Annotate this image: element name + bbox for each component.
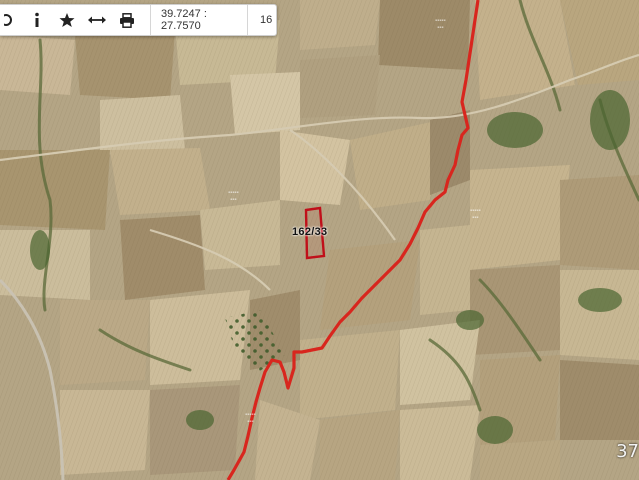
- print-button[interactable]: [112, 5, 142, 35]
- corner-page-number: 37: [616, 441, 639, 462]
- imagery-faint-label: ▪▪▪▪▪ ▪▪▪: [228, 190, 239, 203]
- parcel-number-label[interactable]: 162/33: [292, 226, 327, 238]
- map-view[interactable]: ▪▪▪▪▪ ▪▪▪ ▪▪▪▪▪ ▪▪▪ ▪▪▪▪▪ ▪▪▪ ▪▪▪▪▪ ▪▪▪ 162/…: [0, 0, 639, 480]
- info-button[interactable]: [22, 5, 52, 35]
- map-toolbar: 39.7247 : 27.7570 16: [0, 4, 277, 36]
- imagery-faint-label: ▪▪▪▪▪ ▪▪▪: [435, 18, 446, 31]
- imagery-faint-label: ▪▪▪▪▪ ▪▪▪: [245, 412, 256, 425]
- print-icon: [120, 12, 134, 28]
- favorite-button[interactable]: [52, 5, 82, 35]
- imagery-faint-label: ▪▪▪▪▪ ▪▪▪: [470, 208, 481, 221]
- zoom-level-readout: 16: [260, 14, 273, 26]
- satellite-imagery: [0, 0, 639, 480]
- measure-icon: [88, 16, 106, 24]
- search-icon: [4, 14, 12, 26]
- search-button[interactable]: [0, 5, 22, 35]
- star-icon: [59, 13, 75, 27]
- coordinate-readout: 39.7247 : 27.7570: [150, 5, 248, 35]
- measure-button[interactable]: [82, 5, 112, 35]
- info-icon: [35, 12, 39, 27]
